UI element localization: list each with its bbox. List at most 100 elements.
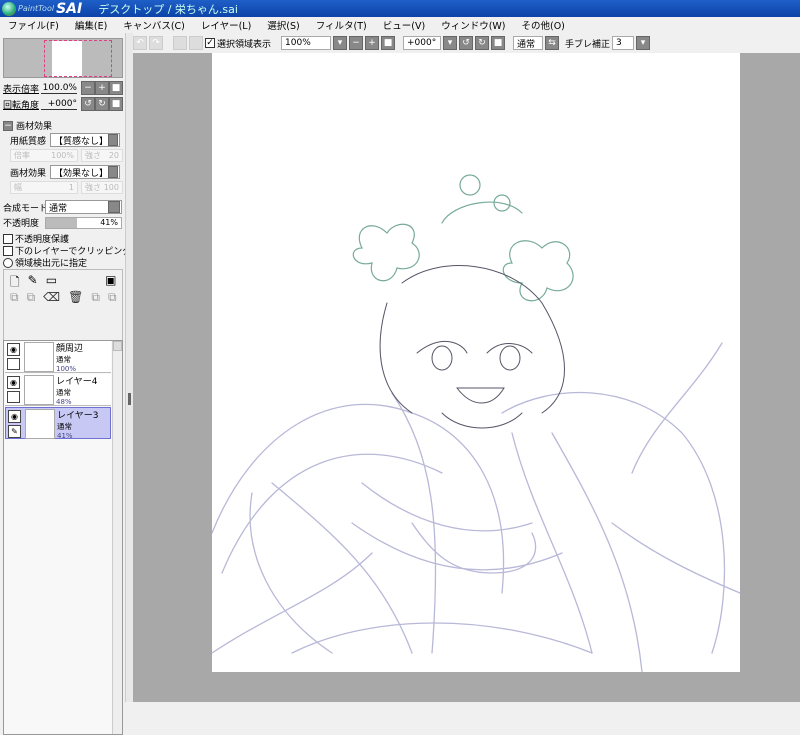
- paper-texture-value: 【質感なし】: [54, 136, 109, 147]
- zoom-out-icon[interactable]: −: [349, 36, 364, 50]
- layer-lock-icon[interactable]: ⧉: [108, 290, 117, 305]
- paper-texture-label: 用紙質感: [10, 136, 47, 147]
- canvas-paper[interactable]: [211, 53, 741, 673]
- logo-small-text: PaintTool: [18, 4, 55, 13]
- texture-section-label: 画材効果: [16, 122, 53, 132]
- blend-mode-label: 合成モード: [3, 203, 49, 214]
- opacity-slider[interactable]: 41%: [45, 216, 122, 229]
- layer-name: レイヤー4: [56, 377, 98, 387]
- rotate-reset-icon[interactable]: ■: [491, 36, 506, 50]
- brush-effect-label: 画材効果: [10, 168, 47, 179]
- redo-icon[interactable]: ↷: [149, 36, 163, 50]
- divider-grip[interactable]: [128, 393, 131, 405]
- navigator-preview[interactable]: [3, 38, 123, 78]
- layer-copy-icon[interactable]: ⧉: [91, 290, 100, 305]
- menu-select[interactable]: 選択(S): [259, 18, 307, 32]
- blend-mode-value: 通常: [49, 203, 68, 214]
- stabilizer-dropdown-icon[interactable]: ▾: [636, 36, 651, 50]
- lock-slot-icon[interactable]: [7, 358, 20, 370]
- zoom-field[interactable]: 100%: [281, 36, 332, 50]
- nav-rotate-right-icon[interactable]: ↻: [95, 97, 109, 111]
- layer-thumbnail: [25, 409, 55, 439]
- menu-layer[interactable]: レイヤー(L): [193, 18, 259, 32]
- nav-rotate-left-icon[interactable]: ↺: [81, 97, 95, 111]
- collapse-icon[interactable]: −: [3, 120, 13, 131]
- layer-opacity: 48%: [56, 398, 72, 406]
- window-title: デスクトップ / 栄ちゃん.sai: [98, 2, 238, 16]
- rotate-value[interactable]: +000°: [41, 99, 77, 110]
- selection-source-label: 領域検出元に指定: [15, 259, 88, 269]
- preserve-opacity-checkbox[interactable]: [3, 233, 13, 244]
- panel-divider[interactable]: [125, 33, 133, 702]
- pen-icon[interactable]: ✎: [8, 425, 21, 438]
- nav-rotate-reset-icon[interactable]: ■: [109, 97, 123, 111]
- layer-thumbnail: [24, 375, 54, 405]
- eye-icon[interactable]: ◉: [7, 376, 20, 389]
- layer-item[interactable]: ◉ 顔周辺 通常 100%: [5, 341, 111, 373]
- view-mode-button[interactable]: 通常: [513, 36, 544, 50]
- rotation-field[interactable]: +000°: [403, 36, 442, 50]
- layer-list: ◉ 顔周辺 通常 100% ◉ レイヤー4 通常 48% ◉ ✎ レイヤー3 通常 41%: [3, 340, 123, 735]
- zoom-in-icon[interactable]: +: [365, 36, 380, 50]
- app-logo: PaintTool SAI: [2, 1, 82, 17]
- menu-view[interactable]: ビュー(V): [375, 18, 433, 32]
- logo-big-text: SAI: [56, 0, 83, 17]
- layer-name: レイヤー3: [57, 411, 99, 421]
- invert-selection-icon[interactable]: [189, 36, 203, 50]
- menu-other[interactable]: その他(O): [514, 18, 573, 32]
- layer-item-active[interactable]: ◉ ✎ レイヤー3 通常 41%: [5, 407, 111, 440]
- menu-canvas[interactable]: キャンバス(C): [115, 18, 193, 32]
- canvas-area[interactable]: [133, 53, 800, 702]
- layer-item[interactable]: ◉ レイヤー4 通常 48%: [5, 374, 111, 406]
- rotate-left-icon[interactable]: ↺: [459, 36, 474, 50]
- navigator-viewport[interactable]: [44, 40, 112, 77]
- zoom-label: 表示倍率: [3, 84, 40, 95]
- blend-mode-select[interactable]: 通常: [45, 200, 122, 214]
- brush-effect-select[interactable]: 【効果なし】: [50, 165, 120, 179]
- layer-name: 顔周辺: [56, 344, 84, 354]
- undo-icon[interactable]: ↶: [133, 36, 147, 50]
- flip-icon[interactable]: ⇆: [545, 36, 560, 50]
- stabilizer-field[interactable]: 3: [612, 36, 635, 50]
- eye-icon[interactable]: ◉: [7, 343, 20, 356]
- zoom-reset-icon[interactable]: ■: [381, 36, 396, 50]
- clipping-checkbox[interactable]: [3, 245, 13, 256]
- opacity-fill: [46, 217, 77, 228]
- brush-effect-value: 【効果なし】: [54, 168, 109, 179]
- deselect-icon[interactable]: [173, 36, 187, 50]
- rotate-label: 回転角度: [3, 100, 40, 111]
- selection-source-radio[interactable]: [3, 257, 13, 268]
- menu-file[interactable]: ファイル(F): [0, 18, 67, 32]
- opacity-label: 不透明度: [3, 219, 40, 229]
- rotation-dropdown-icon[interactable]: ▾: [443, 36, 458, 50]
- zoom-value[interactable]: 100.0%: [41, 83, 77, 94]
- layer-mode: 通常: [57, 422, 72, 431]
- layer-opacity: 100%: [56, 365, 77, 373]
- selection-visible-label: 選択領域表示: [217, 39, 272, 50]
- effect-strength-field: 強さ 100: [81, 181, 123, 194]
- nav-zoom-out-icon[interactable]: −: [81, 81, 95, 95]
- paper-texture-select[interactable]: 【質感なし】: [50, 133, 120, 147]
- nav-zoom-reset-icon[interactable]: ■: [109, 81, 123, 95]
- layer-scrollbar[interactable]: [112, 341, 122, 734]
- menu-filter[interactable]: フィルタ(T): [308, 18, 375, 32]
- rotate-right-icon[interactable]: ↻: [475, 36, 490, 50]
- transfer-down-icon[interactable]: ⧉: [10, 290, 19, 305]
- sketch-drawing: [211, 174, 741, 673]
- layer-opacity: 41%: [57, 432, 73, 440]
- merge-down-icon[interactable]: ⧉: [27, 290, 36, 305]
- stabilizer-label: 手ブレ補正: [565, 39, 611, 50]
- eye-icon[interactable]: ◉: [8, 410, 21, 423]
- layer-thumbnail: [24, 342, 54, 372]
- nav-zoom-in-icon[interactable]: +: [95, 81, 109, 95]
- delete-layer-icon[interactable]: 🗑: [68, 290, 83, 305]
- dropdown-arrow-icon: [108, 201, 120, 213]
- effect-width-field: 幅1: [10, 181, 78, 194]
- zoom-dropdown-icon[interactable]: ▾: [333, 36, 348, 50]
- selection-visible-checkbox[interactable]: ✓: [205, 38, 215, 48]
- paper-strength-field: 強さ 20: [81, 149, 123, 162]
- menu-edit[interactable]: 編集(E): [67, 18, 115, 32]
- menu-window[interactable]: ウィンドウ(W): [433, 18, 513, 32]
- clear-layer-icon[interactable]: ⌫: [43, 290, 60, 305]
- lock-slot-icon[interactable]: [7, 391, 20, 403]
